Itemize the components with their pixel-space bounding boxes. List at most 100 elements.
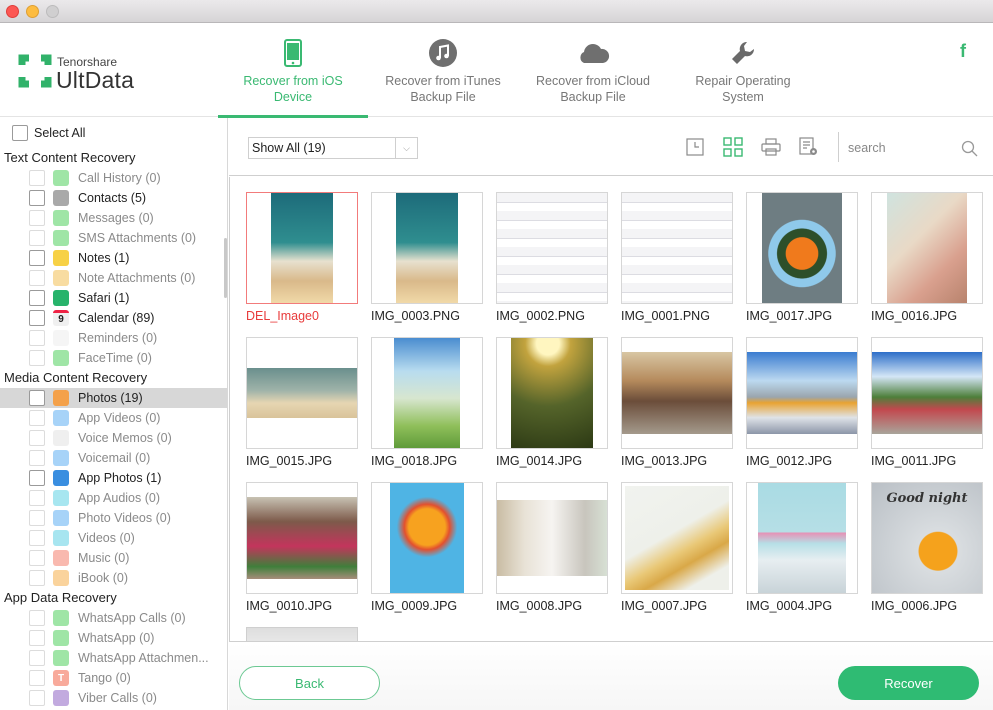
filter-dropdown[interactable]: Show All (19) ⌵ — [248, 137, 418, 159]
tab-repair-operating-system[interactable]: Repair Operating System — [678, 37, 808, 117]
timeline-view-icon[interactable] — [685, 137, 705, 157]
sidebar-item[interactable]: Videos (0) — [0, 528, 227, 548]
photo-tile[interactable]: IMG_0015.JPG — [246, 337, 358, 468]
photo-tile[interactable]: IMG_0010.JPG — [246, 482, 358, 613]
photo-tile[interactable]: IMG_0007.JPG — [621, 482, 733, 613]
facebook-icon[interactable]: f — [960, 41, 966, 62]
sidebar-item[interactable]: Music (0) — [0, 548, 227, 568]
sidebar-item[interactable]: Reminders (0) — [0, 328, 227, 348]
item-checkbox[interactable] — [29, 190, 45, 206]
item-checkbox[interactable] — [29, 210, 45, 226]
sidebar-item[interactable]: 9 Calendar (89) — [0, 308, 227, 328]
item-checkbox[interactable] — [29, 630, 45, 646]
sidebar-item[interactable]: SMS Attachments (0) — [0, 228, 227, 248]
photo-tile[interactable]: IMG_0016.JPG — [871, 192, 983, 323]
sidebar-item[interactable]: Note Attachments (0) — [0, 268, 227, 288]
item-checkbox[interactable] — [29, 430, 45, 446]
item-checkbox[interactable] — [29, 510, 45, 526]
photo-thumbnail — [371, 337, 483, 449]
sidebar-item[interactable]: App Photos (1) — [0, 468, 227, 488]
item-checkbox[interactable] — [29, 690, 45, 706]
minimize-window-button[interactable] — [26, 5, 39, 18]
item-checkbox[interactable] — [29, 490, 45, 506]
photo-tile[interactable]: IMG_0012.JPG — [746, 337, 858, 468]
search-icon[interactable] — [961, 140, 978, 157]
sidebar-scrollbar[interactable] — [224, 238, 227, 298]
close-window-button[interactable] — [6, 5, 19, 18]
item-checkbox[interactable] — [29, 330, 45, 346]
sidebar-item[interactable]: App Audios (0) — [0, 488, 227, 508]
item-checkbox[interactable] — [29, 470, 45, 486]
sidebar-item[interactable]: WhatsApp Calls (0) — [0, 608, 227, 628]
sidebar-item[interactable]: Voicemail (0) — [0, 448, 227, 468]
sidebar-item[interactable]: iBook (0) — [0, 568, 227, 588]
photo-tile[interactable]: IMG_0002.PNG — [496, 192, 608, 323]
photo-image — [396, 193, 458, 303]
photo-tile[interactable]: IMG_0013.JPG — [621, 337, 733, 468]
item-checkbox[interactable] — [29, 270, 45, 286]
sidebar-item[interactable]: Notes (1) — [0, 248, 227, 268]
print-icon[interactable] — [761, 137, 781, 157]
back-button[interactable]: Back — [239, 666, 380, 700]
search-input[interactable] — [848, 141, 953, 155]
sidebar-item[interactable]: Messages (0) — [0, 208, 227, 228]
item-checkbox[interactable] — [29, 290, 45, 306]
item-checkbox[interactable] — [29, 610, 45, 626]
photo-tile[interactable]: IMG_0011.JPG — [871, 337, 983, 468]
item-checkbox[interactable] — [29, 550, 45, 566]
sidebar-item[interactable]: Photo Videos (0) — [0, 508, 227, 528]
sidebar-item[interactable]: Photos (19) — [0, 388, 227, 408]
sidebar-item[interactable]: T Tango (0) — [0, 668, 227, 688]
photo-tile[interactable]: IMG_0009.JPG — [371, 482, 483, 613]
item-checkbox[interactable] — [29, 650, 45, 666]
item-checkbox[interactable] — [29, 170, 45, 186]
export-settings-icon[interactable] — [799, 137, 819, 157]
photo-tile[interactable]: DEL_Image0 — [246, 192, 358, 323]
item-checkbox[interactable] — [29, 530, 45, 546]
search-box[interactable] — [848, 137, 983, 159]
tab-recover-ios-device[interactable]: Recover from iOS Device — [218, 37, 368, 118]
microphone-icon — [53, 490, 69, 506]
tab-recover-itunes-backup[interactable]: Recover from iTunes Backup File — [378, 37, 508, 117]
item-checkbox[interactable] — [29, 670, 45, 686]
photo-tile[interactable]: IMG_0018.JPG — [371, 337, 483, 468]
tab-label-line1: Repair Operating — [695, 74, 791, 88]
photo-tile[interactable]: Good night IMG_0006.JPG — [871, 482, 983, 613]
sidebar-item[interactable]: FaceTime (0) — [0, 348, 227, 368]
item-checkbox[interactable] — [29, 450, 45, 466]
zoom-window-button[interactable] — [46, 5, 59, 18]
photo-filename: IMG_0013.JPG — [621, 454, 708, 468]
item-checkbox[interactable] — [29, 390, 45, 406]
item-checkbox[interactable] — [29, 570, 45, 586]
tab-recover-icloud-backup[interactable]: Recover from iCloud Backup File — [528, 37, 658, 117]
select-all-checkbox[interactable] — [12, 125, 28, 141]
photo-tile[interactable]: IMG_0004.JPG — [746, 482, 858, 613]
item-checkbox[interactable] — [29, 250, 45, 266]
sidebar-item[interactable]: Call History (0) — [0, 168, 227, 188]
sidebar-item[interactable]: App Videos (0) — [0, 408, 227, 428]
photo-tile[interactable]: IMG_0008.JPG — [496, 482, 608, 613]
photo-tile-partial[interactable] — [246, 627, 358, 641]
itunes-music-icon — [429, 39, 457, 67]
photo-tile[interactable]: IMG_0014.JPG — [496, 337, 608, 468]
sidebar-item[interactable]: Contacts (5) — [0, 188, 227, 208]
photo-filename: IMG_0004.JPG — [746, 599, 833, 613]
sidebar-item[interactable]: Safari (1) — [0, 288, 227, 308]
grid-view-icon[interactable] — [723, 137, 743, 157]
recover-button[interactable]: Recover — [838, 666, 979, 700]
item-checkbox[interactable] — [29, 410, 45, 426]
sidebar-item[interactable]: WhatsApp Attachmen... — [0, 648, 227, 668]
select-all-row[interactable]: Select All — [12, 125, 85, 141]
photo-tile[interactable]: IMG_0003.PNG — [371, 192, 483, 323]
sidebar-item[interactable]: Viber Calls (0) — [0, 688, 227, 708]
item-checkbox[interactable] — [29, 350, 45, 366]
chevron-down-icon[interactable]: ⌵ — [395, 138, 417, 158]
sidebar-item[interactable]: WhatsApp (0) — [0, 628, 227, 648]
tab-label-line2: Backup File — [410, 90, 476, 104]
photo-tile[interactable]: IMG_0001.PNG — [621, 192, 733, 323]
photo-filename: IMG_0003.PNG — [371, 309, 460, 323]
sidebar-item[interactable]: Voice Memos (0) — [0, 428, 227, 448]
item-checkbox[interactable] — [29, 230, 45, 246]
photo-tile[interactable]: IMG_0017.JPG — [746, 192, 858, 323]
item-checkbox[interactable] — [29, 310, 45, 326]
